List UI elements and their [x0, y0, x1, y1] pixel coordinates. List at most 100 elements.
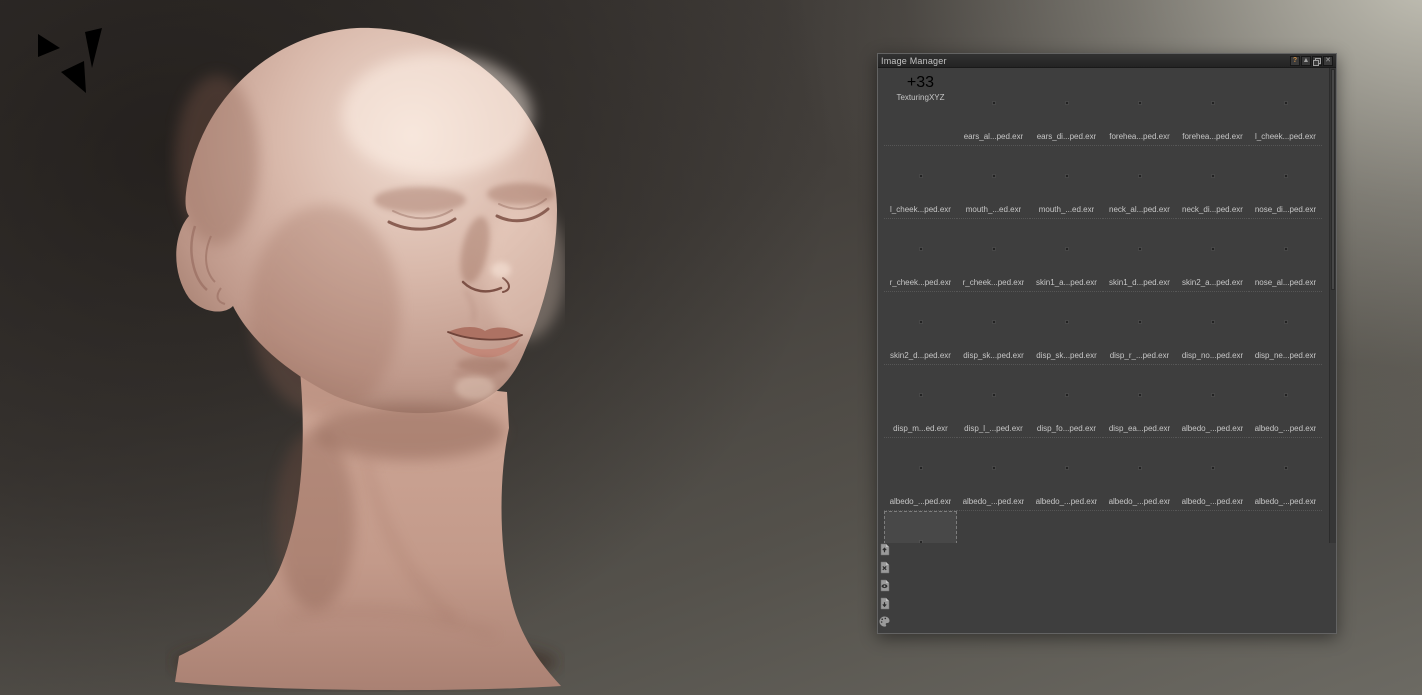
- image-item[interactable]: disp_sk...ped.exr: [1030, 292, 1103, 365]
- thumbnail-frame: [957, 293, 1030, 350]
- float-button[interactable]: [1312, 56, 1322, 66]
- image-group-texturingxyz[interactable]: +33 TexturingXYZ: [884, 73, 957, 146]
- image-item[interactable]: albedo_...ped.exr: [884, 438, 957, 511]
- texture-thumbnail: [1285, 175, 1287, 177]
- image-manager-toolbar: [878, 543, 1336, 633]
- image-item[interactable]: neck_di...ped.exr: [1176, 146, 1249, 219]
- thumbnail-frame: [1030, 147, 1103, 204]
- texture-thumbnail: [993, 394, 995, 396]
- image-filename: l_cheek...ped.exr: [890, 204, 951, 215]
- texture-thumbnail: [1212, 248, 1214, 250]
- image-item[interactable]: disp_ea...ped.exr: [1103, 365, 1176, 438]
- image-item[interactable]: albedo_...ped.exr: [1176, 438, 1249, 511]
- close-button[interactable]: ✕: [1323, 56, 1333, 66]
- image-item[interactable]: albedo_...ped.exr: [957, 438, 1030, 511]
- image-manager-titlebar[interactable]: Image Manager ? ▲ ✕: [878, 54, 1336, 68]
- image-item[interactable]: disp_no...ped.exr: [1176, 292, 1249, 365]
- texture-thumbnail: [1139, 394, 1141, 396]
- image-item[interactable]: albedo_...ped.exr: [1030, 438, 1103, 511]
- texture-thumbnail: [1285, 248, 1287, 250]
- image-item[interactable]: neck_al...ped.exr: [1103, 146, 1176, 219]
- image-item[interactable]: l_cheek...ped.exr: [884, 146, 957, 219]
- image-item[interactable]: nose_al...ped.exr: [1249, 219, 1322, 292]
- image-filename: disp_r_...ped.exr: [1110, 350, 1170, 361]
- image-filename: forehea...ped.exr: [1109, 131, 1169, 142]
- texture-thumbnail: [1066, 321, 1068, 323]
- image-item[interactable]: forehea...ped.exr: [1103, 73, 1176, 146]
- texture-thumbnail: [1139, 467, 1141, 469]
- texture-thumbnail: [993, 102, 995, 104]
- image-filename: disp_m...ed.exr: [893, 423, 948, 434]
- image-item[interactable]: skin2_d...ped.exr: [884, 292, 957, 365]
- edit-colors-button[interactable]: [878, 615, 1336, 633]
- help-button[interactable]: ?: [1290, 56, 1300, 66]
- image-item[interactable]: skin2_a...ped.exr: [1176, 219, 1249, 292]
- delete-image-button[interactable]: [878, 561, 1336, 579]
- image-item[interactable]: mouth_...ed.exr: [1030, 146, 1103, 219]
- thumbnail-frame: [1176, 366, 1249, 423]
- thumbnail-frame: [1030, 439, 1103, 496]
- palette-icon: [878, 615, 891, 628]
- image-item[interactable]: albedo_...ped.exr: [1103, 438, 1176, 511]
- group-thumbnails: +33: [907, 74, 934, 92]
- thumbnail-frame: [1103, 293, 1176, 350]
- texture-thumbnail: [920, 321, 922, 323]
- viewport-3d[interactable]: Image Manager ? ▲ ✕ +33: [0, 0, 1422, 695]
- image-item[interactable]: nose_di...ped.exr: [1249, 146, 1322, 219]
- texture-thumbnail: [1212, 321, 1214, 323]
- texture-thumbnail: [1139, 248, 1141, 250]
- image-item[interactable]: mouth_...ed.exr: [957, 146, 1030, 219]
- image-item[interactable]: albedo_...ped.exr: [1176, 365, 1249, 438]
- image-filename: skin1_d...ped.exr: [1109, 277, 1170, 288]
- image-filename: disp_no...ped.exr: [1182, 350, 1243, 361]
- image-item[interactable]: disp_ne...ped.exr: [1249, 292, 1322, 365]
- close-icon: ✕: [1325, 57, 1331, 64]
- texture-thumbnail: [920, 175, 922, 177]
- export-image-button[interactable]: [878, 597, 1336, 615]
- image-item[interactable]: albedo_...ped.exr: [1249, 365, 1322, 438]
- image-grid: +33 TexturingXYZ ears_al...ped.exrears_d…: [884, 73, 1336, 543]
- image-item[interactable]: albedo_...ped.exr: [1249, 438, 1322, 511]
- image-item[interactable]: skin1_d...ped.exr: [1103, 219, 1176, 292]
- image-item[interactable]: ears_al...ped.exr: [957, 73, 1030, 146]
- image-item[interactable]: disp_fo...ped.exr: [1030, 365, 1103, 438]
- image-filename: neck_di...ped.exr: [1182, 204, 1243, 215]
- head-model-render: [165, 20, 565, 692]
- image-filename: disp_fo...ped.exr: [1037, 423, 1096, 434]
- thumbnail-frame: [1103, 366, 1176, 423]
- image-filename: disp_ea...ped.exr: [1109, 423, 1170, 434]
- image-filename: albedo_...ped.exr: [1255, 423, 1317, 434]
- image-item[interactable]: r_cheek...ped.exr: [957, 219, 1030, 292]
- image-item[interactable]: forehea...ped.exr: [1176, 73, 1249, 146]
- image-filename: disp_ne...ped.exr: [1255, 350, 1316, 361]
- image-item[interactable]: disp_l_...ped.exr: [957, 365, 1030, 438]
- texture-thumbnail: [1066, 394, 1068, 396]
- thumbnail-frame: [1030, 366, 1103, 423]
- image-item[interactable]: skin1_a...ped.exr: [1030, 219, 1103, 292]
- thumbnail-frame: [1030, 293, 1103, 350]
- texture-thumbnail: [1066, 175, 1068, 177]
- image-item[interactable]: disp_sk...ped.exr: [957, 292, 1030, 365]
- image-filename: nose_al...ped.exr: [1255, 277, 1316, 288]
- image-item[interactable]: r_cheek...ped.exr: [884, 219, 957, 292]
- collapse-button[interactable]: ▲: [1301, 56, 1311, 66]
- image-item[interactable]: disp_r_...ped.exr: [1103, 292, 1176, 365]
- texture-thumbnail: [1139, 175, 1141, 177]
- image-item[interactable]: disp_m...ed.exr: [884, 365, 957, 438]
- load-image-button[interactable]: [878, 543, 1336, 561]
- texture-thumbnail: [920, 394, 922, 396]
- scrollbar-thumb[interactable]: [1331, 69, 1335, 290]
- texture-thumbnail: [1212, 394, 1214, 396]
- image-item[interactable]: albedo_...ped.exr: [884, 511, 957, 543]
- texture-thumbnail: [920, 248, 922, 250]
- image-group-name: TexturingXYZ: [896, 92, 944, 103]
- texture-thumbnail: [993, 248, 995, 250]
- image-item[interactable]: l_cheek...ped.exr: [1249, 73, 1322, 146]
- image-filename: forehea...ped.exr: [1182, 131, 1242, 142]
- thumbnail-frame: [1176, 293, 1249, 350]
- thumbnail-frame: [1176, 147, 1249, 204]
- image-item[interactable]: ears_di...ped.exr: [1030, 73, 1103, 146]
- show-image-button[interactable]: [878, 579, 1336, 597]
- grid-scrollbar[interactable]: [1329, 68, 1336, 543]
- file-x-icon: [878, 561, 891, 574]
